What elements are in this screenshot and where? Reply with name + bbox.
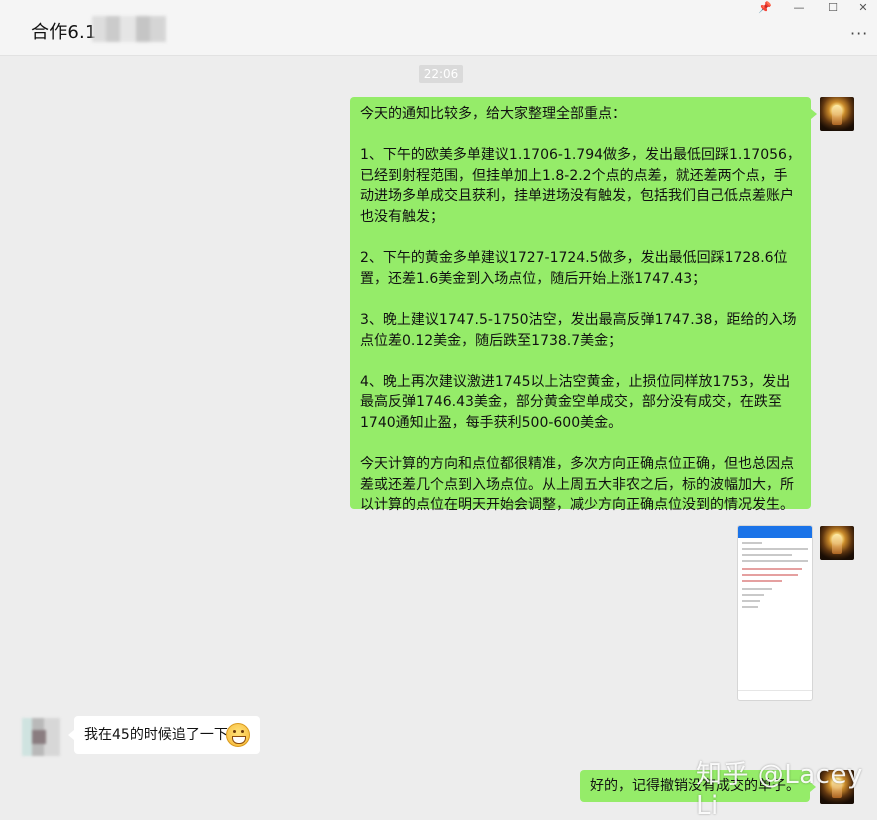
message-paragraph: 2、下午的黄金多单建议1727-1724.5做多，发出最低回踩1728.6位置，…: [360, 250, 788, 287]
my-avatar[interactable]: [820, 526, 854, 560]
incoming-message[interactable]: 我在45的时候追了一下: [68, 716, 260, 754]
grinning-face-icon: [226, 723, 250, 747]
message-timestamp: 22:06: [419, 65, 463, 83]
message-paragraph: 3、晚上建议1747.5-1750沽空，发出最高反弹1747.38，距给的入场点…: [360, 311, 797, 349]
screenshot-header: [738, 526, 812, 538]
more-options-icon[interactable]: ···: [850, 24, 868, 43]
my-avatar[interactable]: [820, 97, 854, 131]
zhihu-watermark: 知乎 @Lacey Li: [696, 760, 863, 820]
minimize-button[interactable]: —: [782, 0, 816, 16]
outgoing-message-long[interactable]: 今天的通知比较多，给大家整理全部重点： 1、下午的欧美多单建议1.1706-1.…: [350, 97, 817, 513]
close-button[interactable]: ✕: [846, 0, 877, 16]
message-paragraph: 今天计算的方向和点位都很精准，多次方向正确点位正确，但也总因点差或还差几个点到入…: [360, 456, 794, 514]
chat-title: 合作6.1: [31, 22, 97, 43]
message-paragraph: 1、下午的欧美多单建议1.1706-1.794做多，发出最低回踩1.17056，…: [360, 147, 801, 225]
redacted-title-part: [92, 16, 166, 42]
pin-icon[interactable]: 📌: [748, 0, 782, 16]
title-bar: 合作6.1 📌 — ☐ ✕ ···: [0, 0, 877, 56]
shared-screenshot-image[interactable]: [737, 525, 813, 701]
message-paragraph: 今天的通知比较多，给大家整理全部重点：: [360, 106, 626, 122]
maximize-button[interactable]: ☐: [816, 0, 850, 16]
message-paragraph: 4、晚上再次建议激进1745以上沽空黄金，止损位同样放1753，发出最高反弹17…: [360, 373, 791, 431]
screenshot-toolbar: [738, 690, 812, 700]
message-text: 我在45的时候追了一下: [84, 727, 228, 743]
contact-avatar[interactable]: [22, 718, 60, 756]
